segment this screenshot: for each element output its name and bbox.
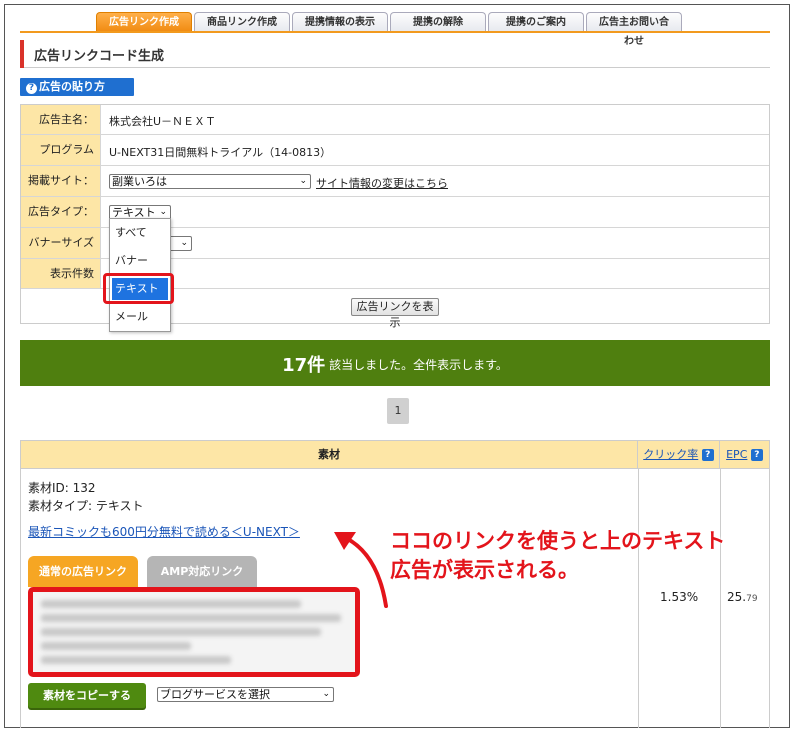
chevron-down-icon: ⌄ — [180, 238, 188, 248]
click-rate-value: 1.53% — [660, 590, 699, 604]
epc-sort-link[interactable]: EPC — [726, 448, 747, 461]
form-row-site: 掲載サイト： 副業いろは ⌄ サイト情報の変更はこちら — [21, 166, 769, 197]
tab-partnership-guide[interactable]: 提携のご案内 — [488, 12, 584, 32]
tab-product-link-create[interactable]: 商品リンク作成 — [194, 12, 290, 32]
pager-page-1[interactable]: 1 — [387, 398, 409, 424]
result-banner: 17件 該当しました。全件表示します。 — [20, 340, 770, 386]
adtype-label: 広告タイプ： — [21, 197, 101, 227]
advertiser-label: 広告主名： — [21, 105, 101, 134]
blurred-code-line — [41, 628, 321, 636]
copy-material-button[interactable]: 素材をコピーする — [28, 683, 146, 708]
count-label: 表示件数 — [21, 259, 101, 288]
help-icon[interactable]: ? — [750, 449, 763, 461]
section-header: 広告リンクコード生成 — [20, 40, 770, 68]
blurred-code-line — [41, 642, 191, 650]
material-id: 素材ID: 132 — [28, 481, 96, 495]
col-material: 素材 — [21, 441, 638, 469]
epc-decimal: 79 — [746, 594, 758, 604]
annotation-line-1: ココのリンクを使うと上のテキスト — [390, 529, 726, 553]
material-preview-link[interactable]: 最新コミックも600円分無料で読める＜U-NEXT＞ — [28, 523, 300, 540]
banner-size-label: バナーサイズ — [21, 228, 101, 258]
tab-partnership-cancel[interactable]: 提携の解除 — [390, 12, 486, 32]
tab-normal-ad-link[interactable]: 通常の広告リンク — [28, 556, 138, 587]
col-click-rate: クリック率 ? — [638, 441, 720, 469]
show-ad-link-button[interactable]: 広告リンクを表示 — [351, 298, 439, 329]
chevron-down-icon: ⌄ — [322, 689, 330, 699]
tab-ad-link-create[interactable]: 広告リンク作成 — [96, 12, 192, 32]
ad-code-textarea[interactable] — [28, 587, 360, 677]
blurred-code-line — [41, 600, 301, 608]
blog-service-select-value: ブログサービスを選択 — [160, 688, 270, 701]
howto-label: 広告の貼り方 — [39, 80, 105, 93]
blog-service-select[interactable]: ブログサービスを選択 ⌄ — [157, 687, 334, 702]
annotation-line-2: 広告が表示される。 — [390, 558, 579, 582]
epc-value: 25.79 — [727, 590, 758, 604]
column-divider — [638, 469, 639, 728]
chevron-down-icon: ⌄ — [299, 176, 307, 186]
dropdown-option-mail[interactable]: メール — [112, 306, 168, 328]
page-title: 広告リンクコード生成 — [34, 49, 165, 64]
click-rate-sort-link[interactable]: クリック率 — [643, 448, 698, 461]
tab-underline — [20, 31, 770, 33]
results-table-header: 素材 クリック率 ? EPC ? — [21, 441, 769, 469]
annotation-text: ココのリンクを使うと上のテキスト 広告が表示される。 — [390, 527, 725, 585]
material-type: 素材タイプ: テキスト — [28, 499, 144, 513]
program-value: U-NEXT31日間無料トライアル（14-0813） — [109, 146, 332, 159]
form-row-program: プログラム名： U-NEXT31日間無料トライアル（14-0813） — [21, 135, 769, 186]
column-divider — [720, 469, 721, 728]
tab-advertiser-contact[interactable]: 広告主お問い合わせ — [586, 12, 682, 47]
site-change-link[interactable]: サイト情報の変更はこちら — [316, 175, 448, 191]
site-select[interactable]: 副業いろは ⌄ — [109, 174, 311, 189]
tab-partnership-info[interactable]: 提携情報の表示 — [292, 12, 388, 32]
form-row-advertiser: 広告主名： 株式会社U－ＮＥＸＴ — [21, 105, 769, 135]
howto-button[interactable]: ? 広告の貼り方 — [20, 78, 134, 96]
blurred-code-line — [41, 614, 341, 622]
advertiser-value: 株式会社U－ＮＥＸＴ — [109, 115, 217, 128]
program-label: プログラム名： — [21, 135, 101, 186]
epc-main: 25. — [727, 590, 747, 604]
question-icon: ? — [26, 83, 37, 94]
section-accent-bar — [20, 40, 24, 68]
blurred-code-line — [41, 656, 231, 664]
tab-amp-link[interactable]: AMP対応リンク — [147, 556, 257, 587]
highlight-box-text-option — [103, 273, 174, 304]
site-select-value: 副業いろは — [112, 175, 167, 188]
col-epc: EPC ? — [720, 441, 769, 469]
result-message: 該当しました。全件表示します。 — [329, 358, 508, 372]
help-icon[interactable]: ? — [701, 449, 714, 461]
tab-bar: 広告リンク作成 商品リンク作成 提携情報の表示 提携の解除 提携のご案内 広告主… — [96, 12, 682, 47]
result-count: 17件 — [282, 355, 326, 376]
site-label: 掲載サイト： — [21, 166, 101, 196]
dropdown-option-banner[interactable]: バナー — [112, 250, 168, 272]
dropdown-option-all[interactable]: すべて — [112, 222, 168, 244]
